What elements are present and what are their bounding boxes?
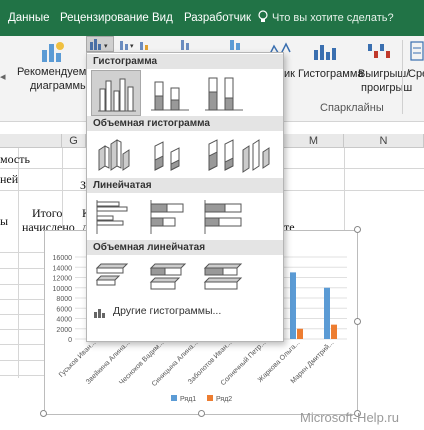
chart-resize-handle[interactable] [354, 318, 361, 325]
tab-developer[interactable]: Разработчик [184, 12, 251, 24]
3d-100-stacked-bar-option[interactable] [199, 256, 249, 302]
chart-resize-handle[interactable] [40, 410, 47, 417]
section-header-bar: Линейчатая [87, 178, 283, 193]
column-header-f[interactable] [0, 134, 62, 148]
svg-text:▾: ▾ [104, 43, 108, 50]
tell-me-search[interactable]: Что вы хотите сделать? [272, 12, 394, 24]
y-tick-label: 12000 [53, 276, 73, 283]
svg-text:▾: ▾ [130, 43, 134, 50]
y-tick-label: 6000 [56, 306, 72, 313]
bar-Ряд1 [290, 272, 296, 339]
column-header-n[interactable]: N [344, 134, 424, 148]
ribbon-scroll-arrow: ◂ [0, 71, 6, 83]
chart-resize-handle[interactable] [198, 410, 205, 417]
recommended-charts-icon [42, 42, 64, 62]
100-stacked-bar-option[interactable] [199, 194, 249, 240]
legend-swatch [171, 395, 177, 401]
stacked-column-icon [151, 81, 189, 111]
slicer-icon[interactable] [410, 40, 424, 62]
cell-text: ы [0, 214, 9, 228]
recommended-charts-label2[interactable]: диаграммы [30, 80, 88, 92]
y-tick-label: 10000 [53, 286, 73, 293]
pie-chart-icon[interactable] [180, 38, 196, 52]
sparklines-group-label: Спарклайны [320, 102, 384, 114]
more-column-charts-link[interactable]: Другие гистограммы... [113, 305, 221, 317]
section-header-column: Гистограмма [87, 54, 283, 69]
bar-Ряд2 [331, 324, 337, 339]
3d-clustered-column-icon [98, 139, 130, 171]
cell-text: ней [0, 172, 19, 186]
100-stacked-column-option[interactable] [199, 70, 249, 116]
clustered-bar-option[interactable] [91, 194, 141, 240]
section-header-3d-bar: Объемная линейчатая [87, 240, 283, 255]
y-tick-label: 14000 [53, 265, 73, 272]
legend-swatch [207, 395, 213, 401]
y-tick-label: 4000 [56, 317, 72, 324]
bar-Ряд2 [297, 328, 303, 339]
3d-column-icon [242, 139, 270, 173]
100-stacked-column-icon [205, 77, 243, 111]
3d-stacked-column-icon [154, 141, 180, 171]
tab-view[interactable]: Вид [152, 12, 173, 24]
clustered-bar-icon [96, 200, 128, 234]
legend-entry: Ряд2 [216, 396, 232, 403]
sparkline-column-icon[interactable] [312, 40, 338, 62]
section-header-3d-column: Объемная гистограмма [87, 116, 283, 131]
column-header-m[interactable]: M [284, 134, 344, 148]
3d-clustered-bar-option[interactable] [91, 256, 141, 302]
watermark: Microsoft-Help.ru [300, 410, 399, 425]
sparkline-histogram-label[interactable]: Гистограмма [298, 68, 364, 80]
y-tick-label: 16000 [53, 255, 73, 262]
group-divider [402, 40, 403, 114]
sparkline-winloss-icon[interactable] [366, 40, 392, 62]
3d-clustered-bar-icon [95, 263, 129, 286]
bar-Ряд1 [324, 287, 330, 339]
3d-clustered-column-option[interactable] [91, 132, 141, 178]
stacked-column-option[interactable] [145, 70, 195, 116]
legend-entry: Ряд1 [180, 396, 196, 403]
column-chart-gallery: Гистограмма Объемная гистограмма Линейча… [86, 52, 284, 342]
column-header-g[interactable]: G [62, 134, 86, 148]
y-tick-label: 8000 [56, 296, 72, 303]
lightbulb-icon [258, 10, 268, 22]
map-chart-icon[interactable] [228, 38, 250, 52]
3d-100-stacked-bar-icon [203, 263, 243, 290]
stacked-bar-icon [150, 200, 184, 234]
cell-text: мость [0, 152, 30, 166]
clustered-column-option[interactable] [91, 70, 141, 116]
3d-stacked-column-option[interactable] [145, 132, 195, 178]
tab-review[interactable]: Рецензирование [60, 12, 149, 24]
chart-resize-handle[interactable] [354, 226, 361, 233]
3d-stacked-bar-icon [149, 263, 187, 290]
slicer-label[interactable]: Сре [408, 68, 424, 80]
y-tick-label: 0 [68, 337, 72, 344]
stacked-bar-option[interactable] [145, 194, 195, 240]
insert-column-chart-button[interactable]: ▾ [86, 36, 114, 52]
3d-column-option[interactable] [237, 132, 287, 178]
clustered-column-icon [98, 78, 136, 112]
column-chart-icon: ▾ [90, 39, 108, 50]
100-stacked-bar-icon [204, 200, 242, 234]
y-tick-label: 2000 [56, 327, 72, 334]
cell-text: Итого [32, 206, 63, 220]
sparkline-k-label[interactable]: ик [284, 68, 295, 80]
more-charts-icon [94, 309, 105, 318]
winloss-label2[interactable]: проигрыш [361, 82, 412, 94]
line-chart-icon[interactable]: ▾ [118, 38, 158, 52]
tab-data[interactable]: Данные [8, 12, 50, 24]
ribbon-tab-bar: Данные Рецензирование Вид Разработчик Чт… [0, 0, 424, 36]
3d-stacked-bar-option[interactable] [145, 256, 195, 302]
